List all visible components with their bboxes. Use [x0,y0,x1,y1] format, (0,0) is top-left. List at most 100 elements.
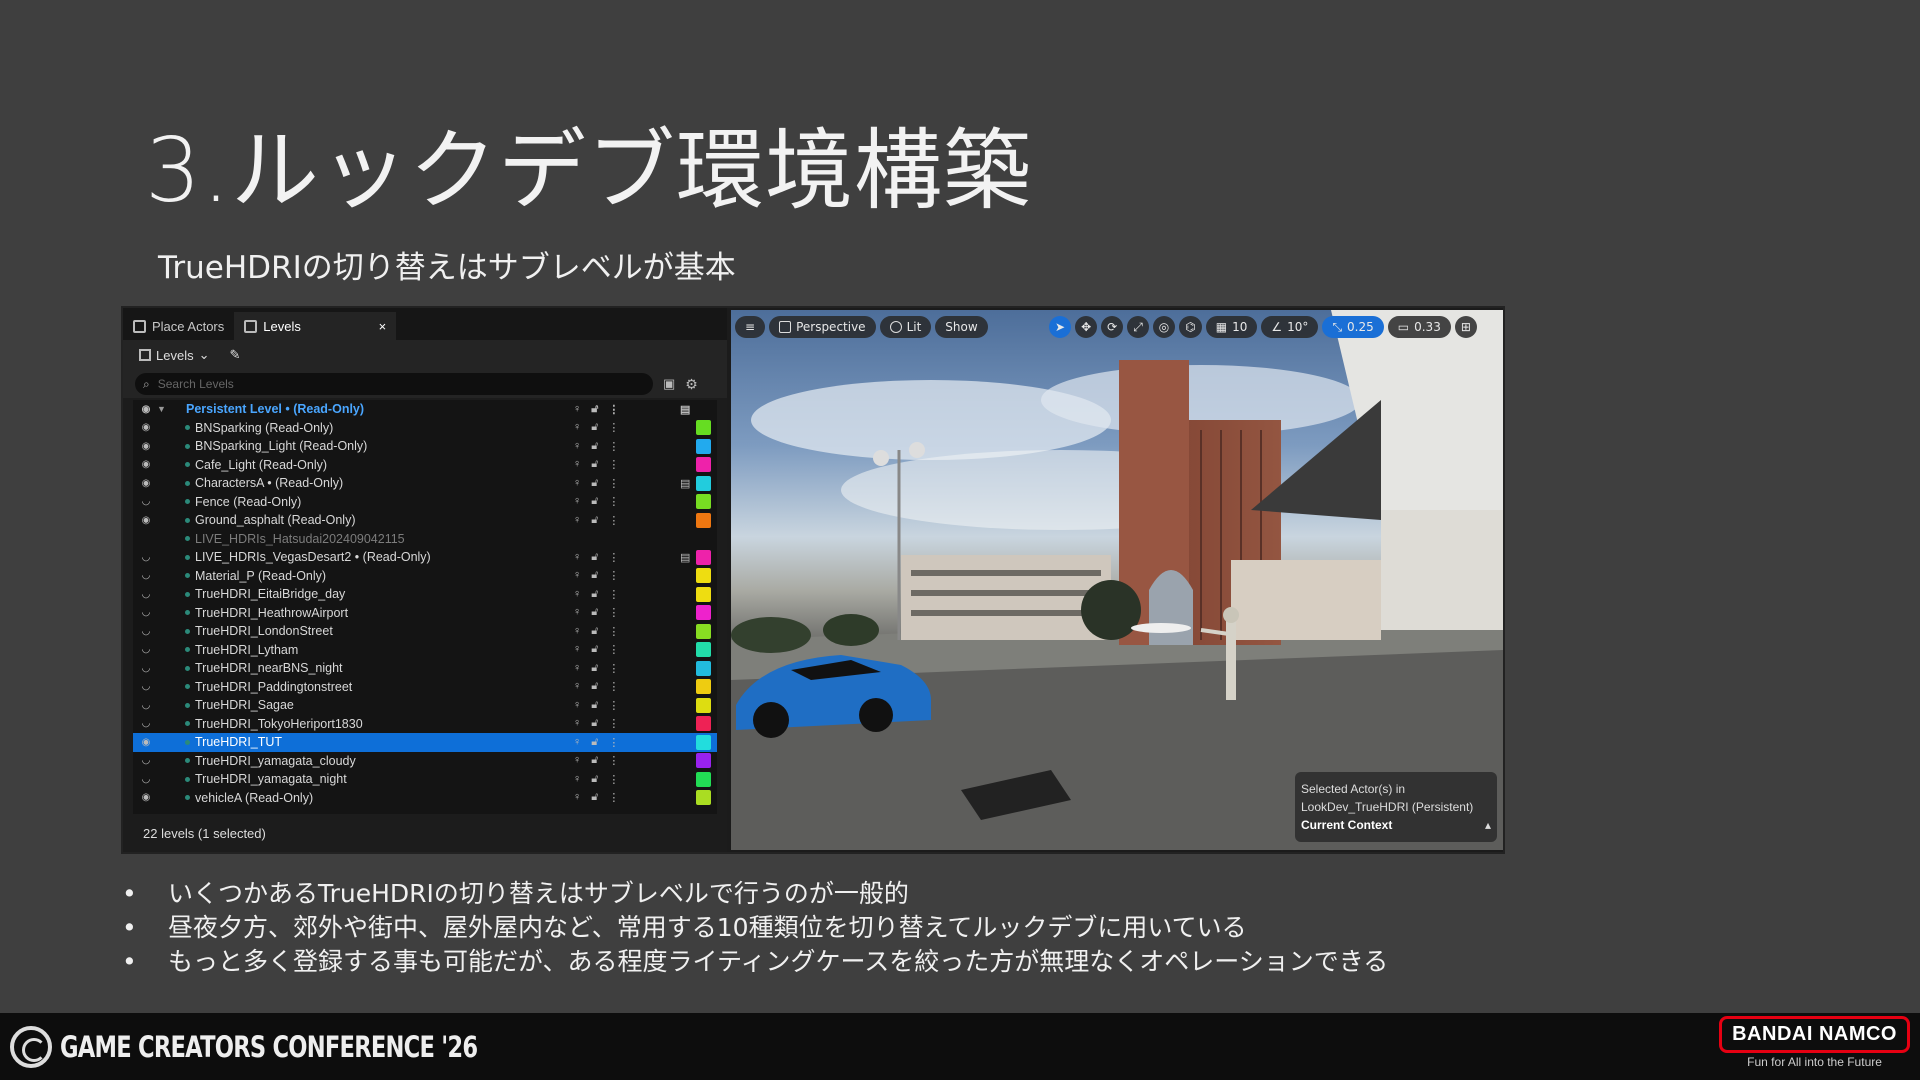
select-mode-button[interactable]: ➤ [1049,316,1072,338]
lightbulb-icon[interactable]: ♀ [573,754,581,767]
lightbulb-icon[interactable]: ♀ [573,440,581,453]
level-row[interactable]: ◡ TrueHDRI_yamagata_cloudy ♀ 🔓︎ ⋮ [133,752,717,771]
hierarchy-icon[interactable]: ⋮ [608,662,619,675]
level-color-swatch[interactable] [696,753,711,769]
hierarchy-icon[interactable]: ⋮ [608,643,619,656]
level-row[interactable]: ◉ BNSparking (Read-Only) ♀ 🔓︎ ⋮ [133,419,717,438]
lock-icon[interactable]: 🔓︎ [591,495,598,508]
level-color-swatch[interactable] [696,512,711,528]
hierarchy-icon[interactable]: ⋮ [608,699,619,712]
lock-icon[interactable]: 🔓︎ [591,736,598,749]
lightbulb-icon[interactable]: ♀ [573,403,581,416]
lightbulb-icon[interactable]: ♀ [573,514,581,527]
level-row[interactable]: ◉ BNSparking_Light (Read-Only) ♀ 🔓︎ ⋮ [133,437,717,456]
eye-closed-icon[interactable]: ◡ [139,607,153,618]
folder-icon[interactable]: ▣ [663,376,675,392]
lightbulb-icon[interactable]: ♀ [573,699,581,712]
eye-icon[interactable]: ◉ [139,404,153,415]
level-color-swatch[interactable] [696,771,711,787]
lightbulb-icon[interactable]: ♀ [573,477,581,490]
level-color-swatch[interactable] [696,716,711,732]
scale-snap-button[interactable]: ⤡ 0.25 [1322,316,1384,338]
hierarchy-icon[interactable]: ⋮ [608,403,619,416]
level-row[interactable]: ◉ CharactersA • (Read-Only) ♀ 🔓︎ ⋮ ▤ [133,474,717,493]
hierarchy-icon[interactable]: ⋮ [608,680,619,693]
expand-caret-icon[interactable]: ▼ [157,404,166,414]
level-color-swatch[interactable] [696,697,711,713]
lock-icon[interactable]: 🔓︎ [591,477,598,490]
lightbulb-icon[interactable]: ♀ [573,662,581,675]
hierarchy-icon[interactable]: ⋮ [608,754,619,767]
hierarchy-icon[interactable]: ⋮ [608,773,619,786]
level-color-swatch[interactable] [696,660,711,676]
level-row[interactable]: ◡ TrueHDRI_TokyoHeriport1830 ♀ 🔓︎ ⋮ [133,715,717,734]
lightbulb-icon[interactable]: ♀ [573,458,581,471]
level-row[interactable]: ◡ TrueHDRI_Paddingtonstreet ♀ 🔓︎ ⋮ [133,678,717,697]
hierarchy-icon[interactable]: ⋮ [608,477,619,490]
lock-icon[interactable]: 🔓︎ [591,717,598,730]
hierarchy-icon[interactable]: ⋮ [608,569,619,582]
level-row[interactable]: ◉ ▼ Persistent Level • (Read-Only) ♀ 🔓︎ ⋮ ▤ [133,400,717,419]
angle-snap-button[interactable]: ∠ 10° [1261,316,1319,338]
eye-closed-icon[interactable]: ◡ [139,663,153,674]
rotate-button[interactable]: ⟳ [1101,316,1124,338]
hierarchy-icon[interactable]: ⋮ [608,495,619,508]
level-row[interactable]: ◡ TrueHDRI_yamagata_night ♀ 🔓︎ ⋮ [133,770,717,789]
local-world-button[interactable]: ◎ [1152,316,1176,338]
level-row[interactable]: ◡ TrueHDRI_nearBNS_night ♀ 🔓︎ ⋮ [133,659,717,678]
viewport-layout-button[interactable]: ⊞ [1454,316,1477,338]
level-row[interactable]: ◡ TrueHDRI_HeathrowAirport ♀ 🔓︎ ⋮ [133,604,717,623]
lock-icon[interactable]: 🔓︎ [591,680,598,693]
hierarchy-icon[interactable]: ⋮ [608,736,619,749]
close-icon[interactable]: × [379,319,387,334]
level-color-swatch[interactable] [696,586,711,602]
lock-icon[interactable]: 🔓︎ [591,440,598,453]
surface-snap-button[interactable]: ⌬ [1179,316,1202,338]
current-context-box[interactable]: Selected Actor(s) in LookDev_TrueHDRI (P… [1295,772,1497,842]
lit-button[interactable]: Lit [879,316,932,338]
level-color-swatch[interactable] [696,568,711,584]
chevron-up-icon[interactable]: ▴ [1485,816,1491,834]
save-icon[interactable]: ▤ [680,403,690,416]
level-color-swatch[interactable] [696,475,711,491]
lightbulb-icon[interactable]: ♀ [573,421,581,434]
eye-closed-icon[interactable]: ◡ [139,681,153,692]
gear-icon[interactable]: ⚙ [685,376,698,393]
lock-icon[interactable]: 🔓︎ [591,754,598,767]
level-row[interactable]: LIVE_HDRIs_Hatsudai202409042115 [133,530,717,549]
perspective-button[interactable]: Perspective [769,316,876,338]
hierarchy-icon[interactable]: ⋮ [608,717,619,730]
level-color-swatch[interactable] [696,623,711,639]
level-color-swatch[interactable] [696,734,711,750]
eye-closed-icon[interactable]: ◡ [139,589,153,600]
eye-closed-icon[interactable]: ◡ [139,552,153,563]
level-color-swatch[interactable] [696,420,711,436]
search-input[interactable]: ⌕ Search Levels [135,373,653,395]
viewport[interactable]: ≡ Perspective Lit Show ➤ ✥ ⟳ ⤢ ◎ ⌬ ▦ 10 ∠… [731,310,1503,850]
lightbulb-icon[interactable]: ♀ [573,588,581,601]
eye-closed-icon[interactable]: ◡ [139,774,153,785]
level-row[interactable]: ◡ TrueHDRI_Lytham ♀ 🔓︎ ⋮ [133,641,717,660]
lightbulb-icon[interactable]: ♀ [573,643,581,656]
hierarchy-icon[interactable]: ⋮ [608,791,619,804]
lightbulb-icon[interactable]: ♀ [573,680,581,693]
save-icon[interactable]: ▤ [680,477,690,490]
edit-icon[interactable]: ✎ [229,347,240,363]
level-row[interactable]: ◉ vehicleA (Read-Only) ♀ 🔓︎ ⋮ [133,789,717,808]
save-icon[interactable]: ▤ [680,551,690,564]
eye-icon[interactable]: ◉ [139,459,153,470]
lock-icon[interactable]: 🔓︎ [591,791,598,804]
camera-speed-button[interactable]: ▭ 0.33 [1387,316,1451,338]
lightbulb-icon[interactable]: ♀ [573,625,581,638]
level-color-swatch[interactable] [696,790,711,806]
level-row[interactable]: ◡ Fence (Read-Only) ♀ 🔓︎ ⋮ [133,493,717,512]
eye-closed-icon[interactable]: ◡ [139,496,153,507]
hierarchy-icon[interactable]: ⋮ [608,421,619,434]
lock-icon[interactable]: 🔓︎ [591,569,598,582]
hierarchy-icon[interactable]: ⋮ [608,440,619,453]
levels-dropdown[interactable]: Levels ⌄ [139,347,209,363]
lock-icon[interactable]: 🔓︎ [591,403,598,416]
hierarchy-icon[interactable]: ⋮ [608,625,619,638]
lock-icon[interactable]: 🔓︎ [591,551,598,564]
level-color-swatch[interactable] [696,605,711,621]
